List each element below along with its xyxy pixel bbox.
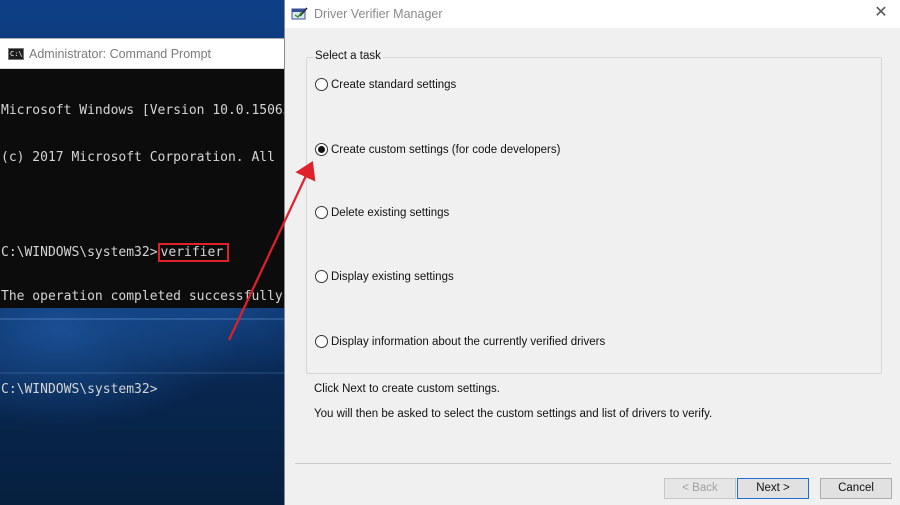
radio-button[interactable] [315,78,328,91]
cmd-console-output[interactable]: Microsoft Windows [Version 10.0.15063 (c… [0,69,284,429]
command-prompt-window[interactable]: C:\ Administrator: Command Prompt Micros… [0,38,284,397]
radio-button[interactable] [315,335,328,348]
cmd-prompt: C:\WINDOWS\system32> [1,244,158,260]
close-icon[interactable]: ✕ [872,4,890,22]
verifier-command-highlight: verifier [157,242,230,262]
cmd-window-icon: C:\ [8,47,24,60]
radio-button-selected[interactable] [315,143,328,156]
radio-label: Delete existing settings [331,206,450,219]
dialog-title: Driver Verifier Manager [314,7,443,21]
task-group-label: Select a task [313,50,383,62]
radio-label: Create standard settings [331,78,457,91]
cmd-line: The operation completed successfully [1,289,283,304]
radio-label: Create custom settings (for code develop… [331,143,561,156]
radio-button[interactable] [315,206,328,219]
cancel-button[interactable]: Cancel [820,478,892,499]
cmd-prompt-line: C:\WINDOWS\system32> verifier [1,242,284,262]
cmd-line [1,336,284,352]
radio-label: Display information about the currently … [331,335,606,348]
radio-display-existing-settings[interactable]: Display existing settings [315,270,454,283]
cmd-titlebar[interactable]: C:\ Administrator: Command Prompt [0,39,284,69]
cmd-line [1,196,284,212]
radio-create-standard-settings[interactable]: Create standard settings [315,78,456,91]
radio-display-verified-drivers-info[interactable]: Display information about the currently … [315,335,605,348]
verifier-app-icon [291,7,308,21]
driver-verifier-manager-dialog[interactable]: Driver Verifier Manager ✕ Select a task … [284,0,900,505]
radio-create-custom-settings[interactable]: Create custom settings (for code develop… [315,143,560,156]
cmd-line: Microsoft Windows [Version 10.0.15063 [1,103,284,118]
next-button[interactable]: Next > [737,478,809,499]
back-button[interactable]: < Back [664,478,736,499]
button-separator [295,463,891,464]
dialog-titlebar[interactable]: Driver Verifier Manager ✕ [285,0,900,28]
cmd-line: (c) 2017 Microsoft Corporation. All r [1,149,284,165]
radio-delete-existing-settings[interactable]: Delete existing settings [315,206,449,219]
cmd-title: Administrator: Command Prompt [29,46,212,61]
instruction-text-next: Click Next to create custom settings. [314,383,500,395]
radio-button[interactable] [315,270,328,283]
cmd-prompt-line: C:\WINDOWS\system32> [1,382,158,397]
radio-label: Display existing settings [331,270,454,283]
instruction-text-details: You will then be asked to select the cus… [314,408,713,420]
